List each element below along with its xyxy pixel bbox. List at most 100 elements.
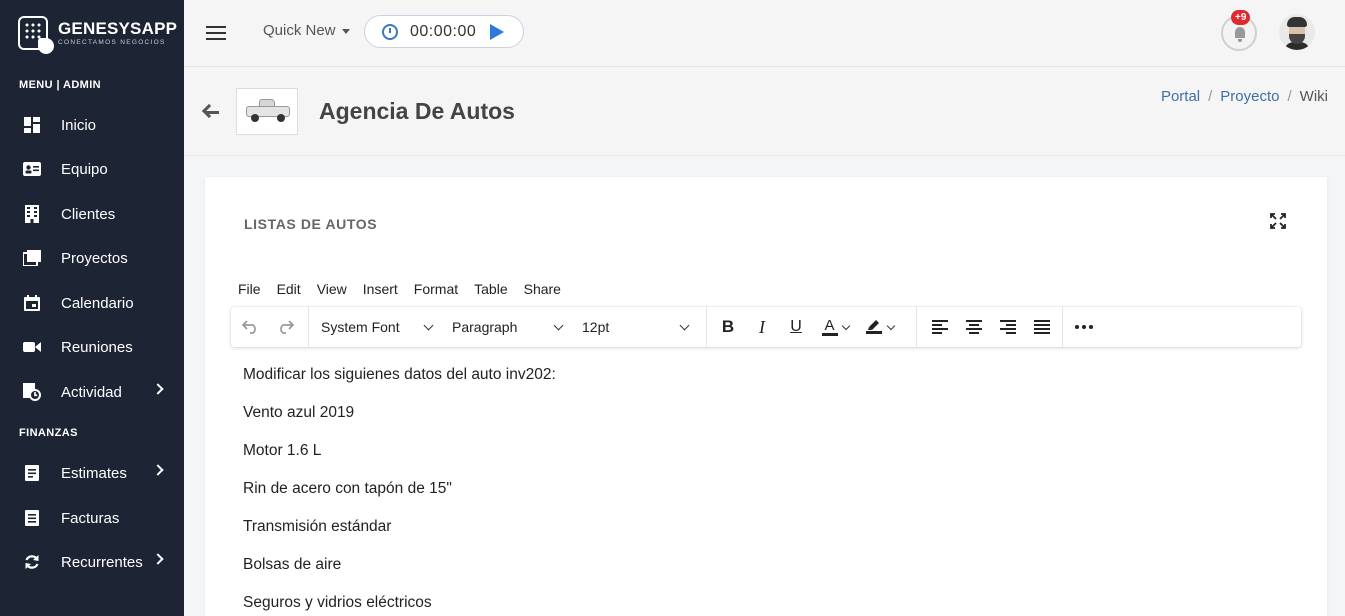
caret-down-icon: [341, 28, 350, 34]
content-line: Bolsas de aire: [243, 556, 342, 573]
content-line: Rin de acero con tapón de 15": [243, 480, 452, 497]
chevron-right-icon: [152, 464, 164, 476]
content-line: Motor 1.6 L: [243, 442, 322, 459]
recurring-icon: [23, 553, 41, 571]
fullscreen-icon[interactable]: [1269, 212, 1287, 230]
quick-new-label: Quick New: [263, 22, 336, 39]
chevron-down-icon: [553, 320, 564, 330]
font-family-select[interactable]: System Font: [309, 313, 440, 341]
text-color-button[interactable]: A: [813, 313, 857, 341]
menu-table[interactable]: Table: [474, 281, 507, 297]
invoice-icon: [23, 509, 41, 527]
align-right-icon[interactable]: [991, 313, 1025, 341]
menu-section-label: MENU | ADMIN: [19, 79, 102, 91]
brand-tagline: CONECTAMOS NEGOCIOS: [58, 39, 166, 46]
video-icon: [23, 338, 41, 356]
sidebar-item-label: Inicio: [61, 116, 97, 134]
stopwatch-icon: [382, 23, 398, 40]
align-justify-icon[interactable]: [1025, 313, 1059, 341]
menu-file[interactable]: File: [238, 281, 261, 297]
sidebar-item-estimates[interactable]: Estimates: [0, 453, 184, 493]
building-icon: [23, 205, 41, 223]
sidebar-item-calendario[interactable]: Calendario: [0, 283, 184, 323]
block-format-value: Paragraph: [452, 319, 518, 335]
brand-logo[interactable]: GENESYSAPP CONECTAMOS NEGOCIOS: [18, 13, 178, 54]
highlight-color-button[interactable]: [857, 313, 901, 341]
timer-widget: 00:00:00: [364, 15, 524, 48]
bell-icon: [1235, 27, 1245, 42]
sidebar-item-equipo[interactable]: Equipo: [0, 149, 184, 189]
font-size-select[interactable]: 12pt: [570, 313, 696, 341]
text-color-icon: A: [821, 318, 838, 336]
page-title: Agencia De Autos: [319, 98, 515, 124]
bold-button[interactable]: B: [711, 313, 745, 341]
sidebar-item-label: Equipo: [61, 160, 108, 178]
notification-badge: +9: [1231, 10, 1251, 25]
breadcrumb-proyecto[interactable]: Proyecto: [1220, 88, 1279, 105]
chevron-right-icon: [152, 383, 164, 395]
undo-icon[interactable]: [234, 313, 268, 341]
breadcrumb: Portal / Proyecto / Wiki: [1160, 88, 1328, 105]
breadcrumb-portal[interactable]: Portal: [1161, 88, 1200, 105]
back-arrow-icon[interactable]: [201, 103, 221, 119]
sidebar-item-label: Facturas: [61, 509, 120, 527]
breadcrumb-wiki: Wiki: [1299, 88, 1328, 105]
sidebar-item-facturas[interactable]: Facturas: [0, 498, 184, 538]
block-format-select[interactable]: Paragraph: [440, 313, 570, 341]
underline-button[interactable]: U: [779, 313, 813, 341]
sidebar-item-proyectos[interactable]: Proyectos: [0, 238, 184, 278]
sidebar-item-inicio[interactable]: Inicio: [0, 105, 184, 145]
font-size-value: 12pt: [582, 319, 610, 335]
project-thumbnail: [236, 88, 298, 135]
editor-menubar: File Edit View Insert Format Table Share: [238, 281, 577, 297]
content-line: Modificar los siguienes datos del auto i…: [243, 366, 556, 383]
content-line: Seguros y vidrios eléctricos: [243, 594, 432, 611]
sidebar-item-label: Calendario: [61, 294, 134, 312]
chevron-down-icon: [423, 320, 434, 330]
sidebar-item-recurrentes[interactable]: Recurrentes: [0, 542, 184, 582]
avatar[interactable]: [1279, 14, 1315, 50]
italic-button[interactable]: I: [745, 313, 779, 341]
menu-format[interactable]: Format: [414, 281, 458, 297]
menu-toggle-icon[interactable]: [206, 26, 226, 40]
sidebar-item-label: Proyectos: [61, 249, 128, 267]
sidebar-item-label: Clientes: [61, 205, 116, 223]
sidebar-item-label: Reuniones: [61, 338, 133, 356]
quick-new-dropdown[interactable]: Quick New: [263, 22, 350, 39]
menu-edit[interactable]: Edit: [277, 281, 301, 297]
activity-icon: [23, 383, 41, 401]
chevron-down-icon: [679, 320, 690, 330]
chevron-right-icon: [152, 553, 164, 565]
content-line: Vento azul 2019: [243, 404, 355, 421]
wiki-card: LISTAS DE AUTOS File Edit View Insert Fo…: [205, 177, 1327, 616]
redo-icon[interactable]: [268, 313, 302, 341]
menu-share[interactable]: Share: [524, 281, 561, 297]
font-family-value: System Font: [321, 319, 400, 335]
brand-name: GENESYSAPP: [58, 19, 178, 38]
calendar-icon: [23, 294, 41, 312]
card-title: LISTAS DE AUTOS: [244, 216, 378, 232]
content-line: Transmisión estándar: [243, 518, 392, 535]
align-left-icon[interactable]: [923, 313, 957, 341]
sidebar-item-label: Estimates: [61, 464, 127, 482]
menu-view[interactable]: View: [317, 281, 347, 297]
align-center-icon[interactable]: [957, 313, 991, 341]
id-card-icon: [23, 160, 41, 178]
estimate-icon: [23, 464, 41, 482]
finance-section-label: FINANZAS: [19, 427, 78, 439]
timer-display: 00:00:00: [410, 22, 477, 40]
editor-toolbar: System Font Paragraph 12pt B I U A: [231, 307, 1301, 347]
sidebar: GENESYSAPP CONECTAMOS NEGOCIOS MENU | AD…: [0, 0, 184, 616]
topbar: Quick New 00:00:00 +9: [184, 0, 1345, 67]
dashboard-icon: [23, 116, 41, 134]
sidebar-item-clientes[interactable]: Clientes: [0, 194, 184, 234]
sidebar-item-label: Actividad: [61, 383, 122, 401]
sidebar-item-actividad[interactable]: Actividad: [0, 372, 184, 412]
sidebar-item-reuniones[interactable]: Reuniones: [0, 327, 184, 367]
editor-content[interactable]: Modificar los siguienes datos del auto i…: [243, 365, 556, 616]
play-icon[interactable]: [490, 23, 505, 40]
page-header: Agencia De Autos Portal / Proyecto / Wiki: [184, 68, 1345, 156]
folders-icon: [23, 249, 41, 267]
more-options-icon[interactable]: [1067, 313, 1101, 341]
menu-insert[interactable]: Insert: [363, 281, 398, 297]
